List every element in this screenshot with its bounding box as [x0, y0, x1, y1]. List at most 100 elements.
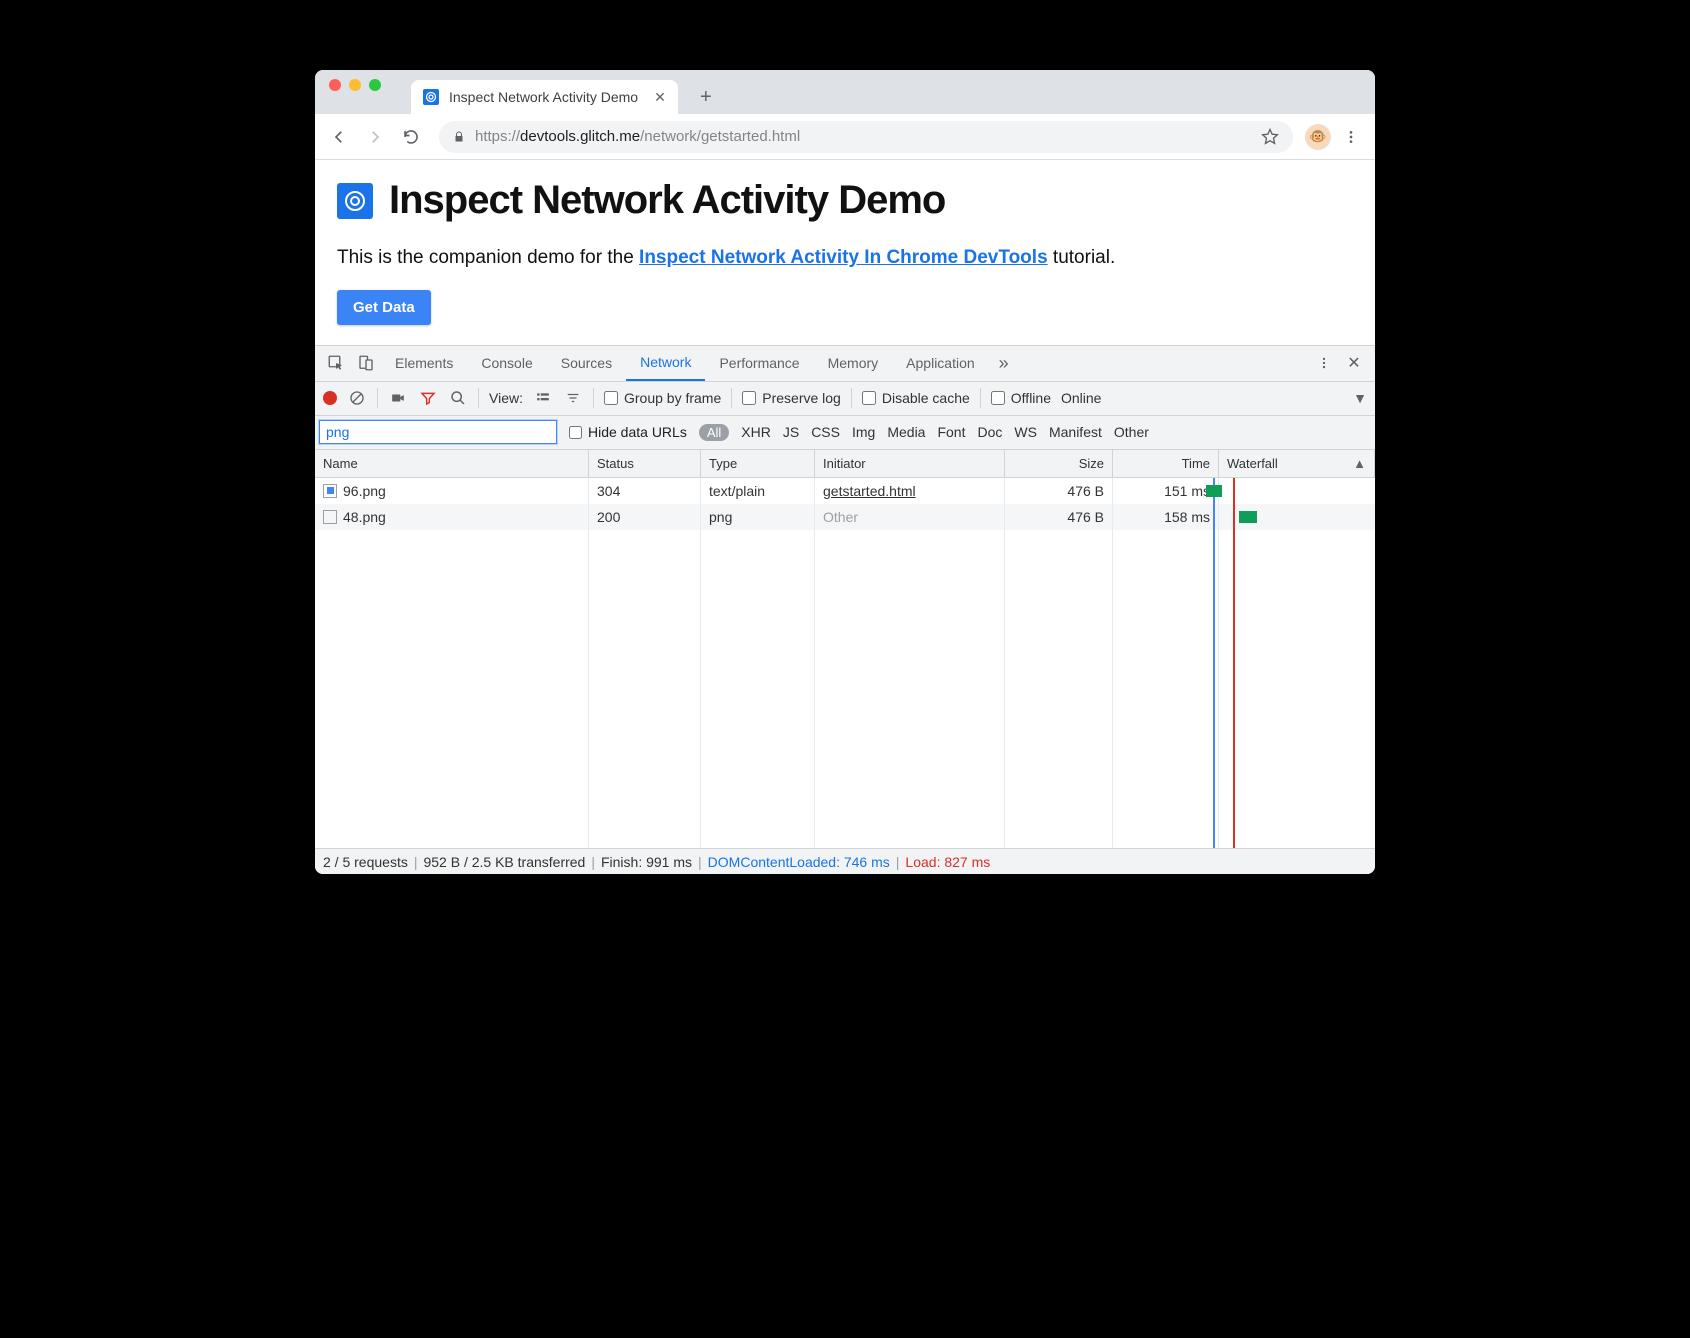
device-toolbar-icon[interactable]	[351, 345, 381, 381]
filter-type-doc[interactable]: Doc	[977, 424, 1002, 440]
filter-type-other[interactable]: Other	[1114, 424, 1149, 440]
record-button[interactable]	[323, 391, 337, 405]
camera-icon[interactable]	[388, 391, 408, 405]
tab-application[interactable]: Application	[892, 345, 989, 381]
network-table-body: 96.png 304 text/plain getstarted.html 47…	[315, 478, 1375, 848]
tab-memory[interactable]: Memory	[814, 345, 893, 381]
row-size: 476 B	[1005, 478, 1113, 504]
row-status: 200	[589, 504, 701, 530]
row-initiator: Other	[815, 504, 1005, 530]
status-dcl: DOMContentLoaded: 746 ms	[708, 854, 890, 870]
page-logo-icon	[337, 183, 373, 219]
tab-console[interactable]: Console	[467, 345, 546, 381]
row-status: 304	[589, 478, 701, 504]
window-controls	[329, 70, 411, 114]
file-icon	[323, 484, 337, 498]
network-toolbar: View: Group by frame Preserve log Disabl…	[315, 382, 1375, 416]
tab-elements[interactable]: Elements	[381, 345, 467, 381]
more-tabs-icon[interactable]: »	[989, 345, 1019, 381]
col-size[interactable]: Size	[1005, 450, 1113, 477]
profile-avatar[interactable]: 🐵	[1305, 124, 1331, 150]
devtools-menu-icon[interactable]	[1309, 345, 1339, 381]
devtools-close-icon[interactable]: ✕	[1339, 345, 1369, 381]
col-time[interactable]: Time	[1113, 450, 1219, 477]
status-requests: 2 / 5 requests	[323, 854, 408, 870]
row-name: 96.png	[343, 483, 386, 499]
col-status[interactable]: Status	[589, 450, 701, 477]
url-path: /network/getstarted.html	[640, 128, 800, 145]
titlebar: Inspect Network Activity Demo ✕ +	[315, 70, 1375, 114]
large-rows-icon[interactable]	[533, 391, 553, 405]
tab-favicon-icon	[423, 89, 439, 105]
row-type: text/plain	[701, 478, 815, 504]
intro-link[interactable]: Inspect Network Activity In Chrome DevTo…	[639, 247, 1048, 268]
devtools-tabs: Elements Console Sources Network Perform…	[315, 346, 1375, 382]
col-waterfall[interactable]: Waterfall▲	[1219, 450, 1375, 477]
col-type[interactable]: Type	[701, 450, 815, 477]
new-tab-button[interactable]: +	[692, 83, 720, 111]
overview-icon[interactable]	[563, 391, 583, 405]
network-filter-bar: Hide data URLs All XHR JS CSS Img Media …	[315, 416, 1375, 450]
filter-type-js[interactable]: JS	[783, 424, 799, 440]
address-bar[interactable]: https://devtools.glitch.me/network/getst…	[439, 121, 1293, 153]
browser-toolbar: https://devtools.glitch.me/network/getst…	[315, 114, 1375, 160]
tab-sources[interactable]: Sources	[547, 345, 626, 381]
reload-button[interactable]	[395, 121, 427, 153]
status-transferred: 952 B / 2.5 KB transferred	[423, 854, 585, 870]
filter-icon[interactable]	[418, 390, 438, 406]
waterfall-bar	[1239, 511, 1257, 523]
col-name[interactable]: Name	[315, 450, 589, 477]
view-label: View:	[489, 390, 523, 406]
tab-performance[interactable]: Performance	[705, 345, 813, 381]
tab-network[interactable]: Network	[626, 345, 705, 381]
row-name: 48.png	[343, 509, 386, 525]
filter-type-css[interactable]: CSS	[811, 424, 840, 440]
waterfall-canvas	[1113, 478, 1375, 848]
filter-input[interactable]	[319, 420, 557, 444]
load-line	[1233, 478, 1235, 848]
file-icon	[323, 510, 337, 524]
disable-cache-checkbox[interactable]: Disable cache	[862, 390, 970, 406]
row-initiator: getstarted.html	[815, 478, 1005, 504]
col-initiator[interactable]: Initiator	[815, 450, 1005, 477]
filter-type-img[interactable]: Img	[852, 424, 875, 440]
filter-type-xhr[interactable]: XHR	[741, 424, 771, 440]
url-text: https://devtools.glitch.me/network/getst…	[475, 128, 1251, 145]
network-status-bar: 2 / 5 requests | 952 B / 2.5 KB transfer…	[315, 848, 1375, 874]
dcl-line	[1213, 478, 1215, 848]
get-data-button[interactable]: Get Data	[337, 290, 431, 325]
filter-type-font[interactable]: Font	[937, 424, 965, 440]
sort-icon: ▲	[1353, 456, 1366, 471]
waterfall-bar	[1206, 485, 1222, 497]
preserve-log-checkbox[interactable]: Preserve log	[742, 390, 841, 406]
group-by-frame-checkbox[interactable]: Group by frame	[604, 390, 721, 406]
hide-data-urls-checkbox[interactable]: Hide data URLs	[569, 424, 687, 440]
throttling-dropdown-icon[interactable]: ▼	[1353, 390, 1367, 406]
filter-type-media[interactable]: Media	[887, 424, 925, 440]
offline-checkbox[interactable]: Offline	[991, 390, 1051, 406]
network-table-header: Name Status Type Initiator Size Time Wat…	[315, 450, 1375, 478]
browser-window: Inspect Network Activity Demo ✕ + https:…	[315, 70, 1375, 874]
tab-close-icon[interactable]: ✕	[648, 89, 666, 106]
maximize-window-button[interactable]	[369, 79, 381, 91]
lock-icon	[453, 130, 465, 144]
minimize-window-button[interactable]	[349, 79, 361, 91]
intro-suffix: tutorial.	[1048, 247, 1116, 268]
search-icon[interactable]	[448, 390, 468, 406]
devtools-panel: Elements Console Sources Network Perform…	[315, 345, 1375, 874]
close-window-button[interactable]	[329, 79, 341, 91]
menu-icon[interactable]	[1335, 121, 1367, 153]
forward-button[interactable]	[359, 121, 391, 153]
star-icon[interactable]	[1261, 128, 1279, 146]
filter-all-pill[interactable]: All	[699, 424, 729, 441]
page-intro: This is the companion demo for the Inspe…	[337, 245, 1353, 272]
page-heading: Inspect Network Activity Demo	[389, 178, 945, 223]
online-select[interactable]: Online	[1061, 390, 1101, 406]
filter-type-manifest[interactable]: Manifest	[1049, 424, 1102, 440]
clear-icon[interactable]	[347, 390, 367, 406]
browser-tab[interactable]: Inspect Network Activity Demo ✕	[411, 80, 678, 114]
filter-type-ws[interactable]: WS	[1014, 424, 1037, 440]
inspect-element-icon[interactable]	[321, 345, 351, 381]
tab-title: Inspect Network Activity Demo	[449, 89, 638, 105]
back-button[interactable]	[323, 121, 355, 153]
